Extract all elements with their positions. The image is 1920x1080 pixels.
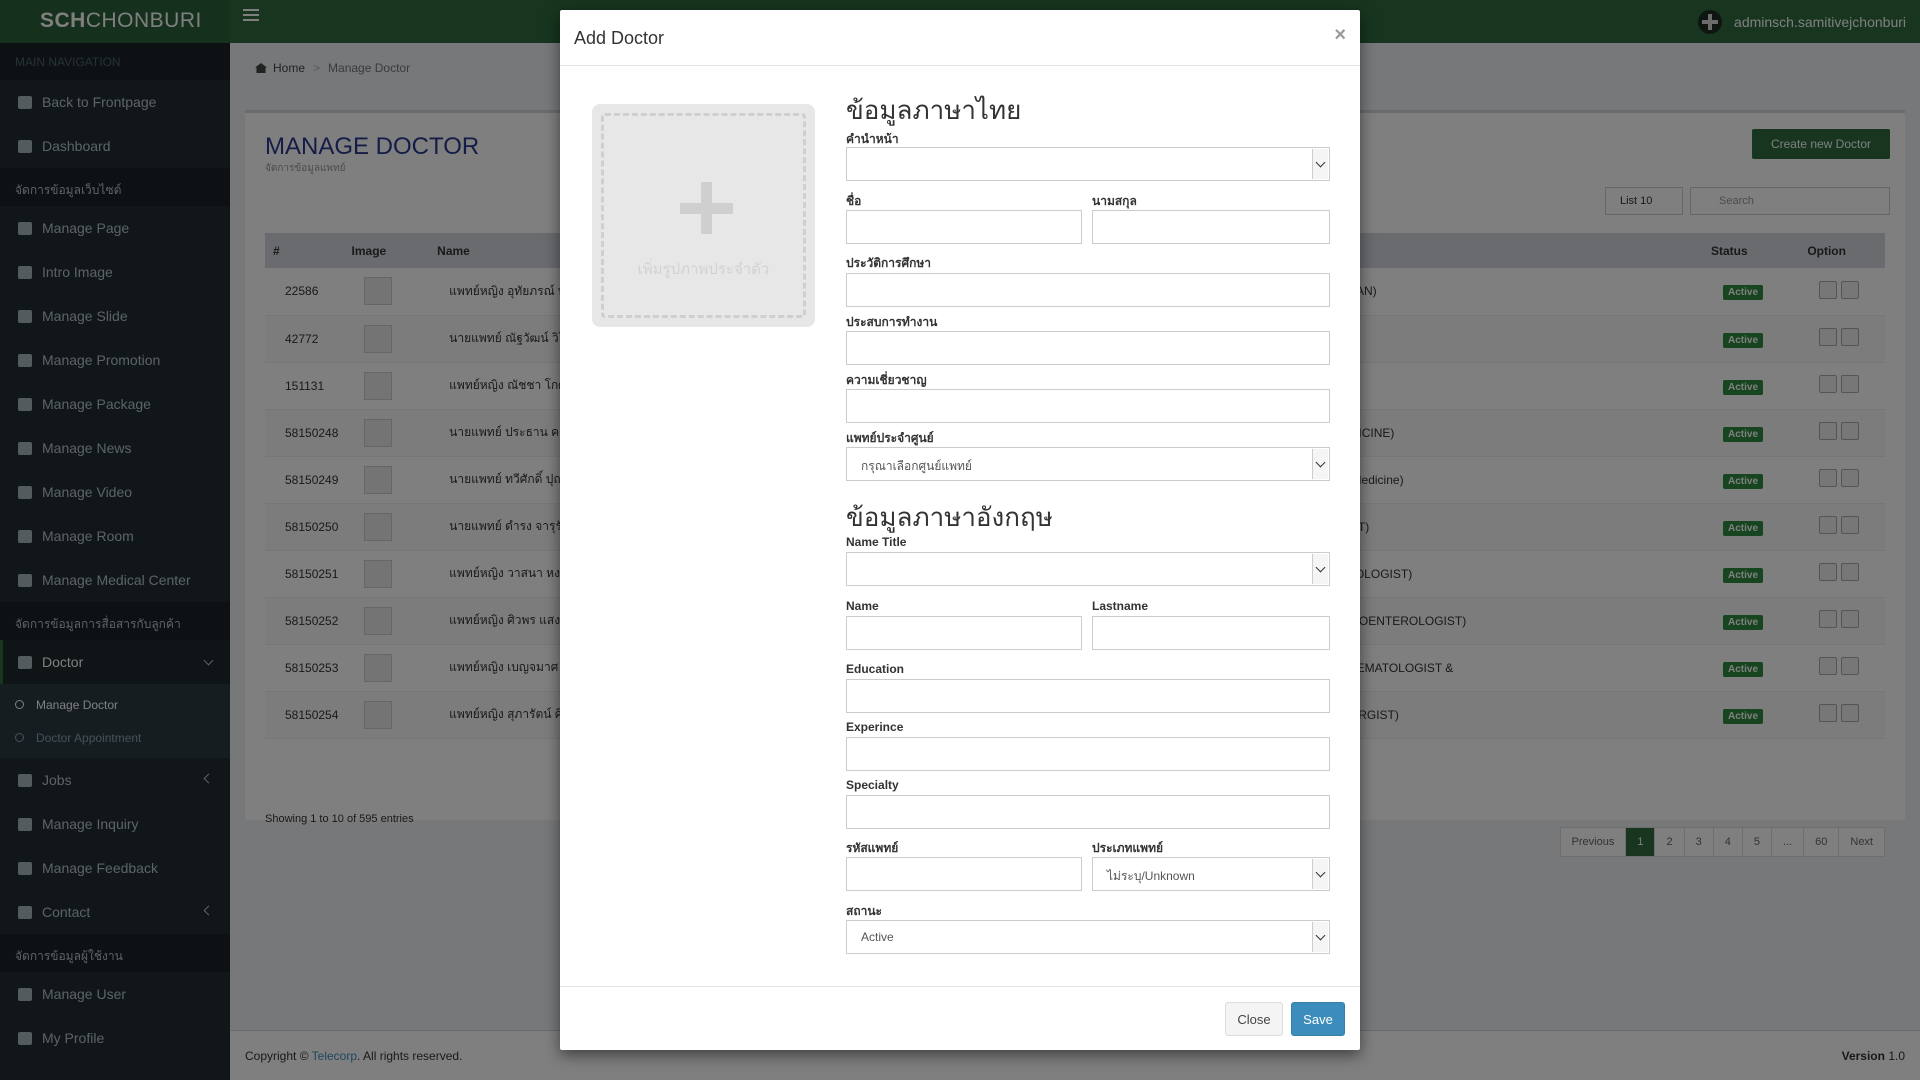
thai-education-field[interactable]	[846, 273, 1330, 307]
thai-specialty-label: ความเชี่ยวชาญ	[846, 373, 927, 387]
eng-education-field[interactable]	[846, 679, 1330, 713]
close-button[interactable]: Close	[1225, 1002, 1283, 1036]
modal-header: Add Doctor ×	[560, 10, 1360, 66]
eng-specialty-label: Specialty	[846, 778, 899, 792]
eng-name-field[interactable]	[846, 616, 1082, 650]
english-section-title: ข้อมูลภาษาอังกฤษ	[846, 502, 1053, 532]
thai-specialty-field[interactable]	[846, 389, 1330, 423]
eng-title-select[interactable]	[846, 552, 1330, 586]
eng-name-label: Name	[846, 599, 879, 613]
chevron-down-icon	[1312, 922, 1328, 952]
chevron-down-icon	[1312, 449, 1328, 479]
doctor-type-select[interactable]: ไม่ระบุ/Unknown	[1092, 857, 1330, 891]
doctor-code-label: รหัสแพทย์	[846, 841, 899, 855]
doctor-code-field[interactable]	[846, 857, 1082, 891]
eng-specialty-field[interactable]	[846, 795, 1330, 829]
modal-footer: Close Save	[560, 986, 1360, 1050]
thai-section-title: ข้อมูลภาษาไทย	[846, 95, 1022, 125]
eng-experience-field[interactable]	[846, 737, 1330, 771]
thai-name-label: ชื่อ	[846, 194, 862, 208]
thai-title-select[interactable]	[846, 147, 1330, 181]
save-button[interactable]: Save	[1291, 1002, 1345, 1036]
medical-center-select[interactable]: กรุณาเลือกศูนย์แพทย์	[846, 447, 1330, 481]
thai-experience-field[interactable]	[846, 331, 1330, 365]
thai-lastname-field[interactable]	[1092, 210, 1330, 244]
center-label: แพทย์ประจำศูนย์	[846, 431, 934, 445]
thai-name-field[interactable]	[846, 210, 1082, 244]
eng-experience-label: Experince	[846, 720, 904, 734]
chevron-down-icon	[1312, 859, 1328, 889]
chevron-down-icon	[1312, 554, 1328, 584]
status-select[interactable]: Active	[846, 920, 1330, 954]
thai-experience-label: ประสบการทำงาน	[846, 315, 938, 329]
eng-lastname-label: Lastname	[1092, 599, 1149, 613]
upload-label: เพิ่มรูปภาพประจำตัว	[637, 261, 770, 278]
thai-lastname-label: นามสกุล	[1092, 194, 1137, 208]
eng-lastname-field[interactable]	[1092, 616, 1330, 650]
profile-image-upload[interactable]: เพิ่มรูปภาพประจำตัว	[592, 104, 815, 327]
add-doctor-modal: Add Doctor × เพิ่มรูปภาพประจำตัว ข้อมูลภ…	[560, 10, 1360, 1050]
eng-education-label: Education	[846, 662, 905, 676]
eng-title-label: Name Title	[846, 535, 907, 549]
thai-education-label: ประวัติการศึกษา	[846, 256, 932, 270]
modal-title: Add Doctor	[574, 28, 665, 48]
chevron-down-icon	[1312, 149, 1328, 179]
close-icon[interactable]: ×	[1334, 24, 1346, 47]
status-label: สถานะ	[846, 904, 882, 918]
doctor-type-label: ประเภทแพทย์	[1092, 841, 1164, 855]
